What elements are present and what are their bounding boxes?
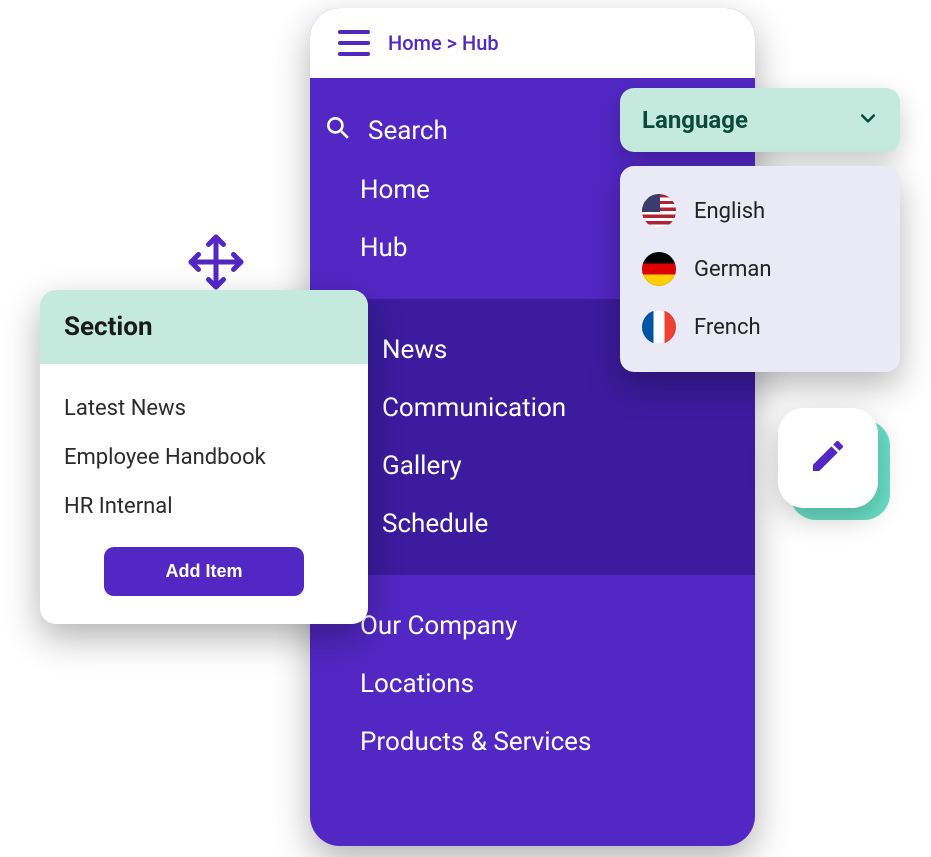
breadcrumb-home[interactable]: Home (388, 31, 442, 55)
section-item-label: Latest News (64, 396, 186, 421)
nav-item-label: Products & Services (360, 727, 591, 757)
nav-item-gallery[interactable]: Gallery (382, 437, 727, 495)
search-icon (324, 114, 350, 147)
edit-fab[interactable] (778, 408, 878, 508)
nav-item-label: Communication (382, 393, 566, 423)
nav-item-company[interactable]: Our Company (360, 597, 727, 655)
hamburger-icon[interactable] (338, 30, 370, 56)
nav-group-bottom: Our Company Locations Products & Service… (310, 575, 755, 793)
nav-search-label: Search (368, 116, 448, 146)
nav-header: Home > Hub (310, 8, 755, 78)
language-option-label: French (694, 315, 761, 340)
chevron-down-icon (858, 106, 878, 134)
nav-item-label: Gallery (382, 451, 462, 481)
section-item[interactable]: Latest News (64, 384, 344, 433)
language-list: English German French (620, 166, 900, 372)
nav-item-label: Hub (360, 233, 407, 263)
add-item-button[interactable]: Add Item (104, 547, 304, 596)
nav-item-label: Our Company (360, 611, 517, 641)
breadcrumb-sep: > (447, 31, 457, 55)
language-option-label: German (694, 257, 772, 282)
flag-us-icon (642, 194, 676, 228)
breadcrumb-current[interactable]: Hub (462, 31, 499, 55)
nav-item-locations[interactable]: Locations (360, 655, 727, 713)
nav-item-products[interactable]: Products & Services (360, 713, 727, 771)
language-option-label: English (694, 199, 765, 224)
language-selector: Language English German French (620, 88, 900, 372)
breadcrumb[interactable]: Home > Hub (388, 31, 499, 55)
flag-fr-icon (642, 310, 676, 344)
section-item-label: Employee Handbook (64, 445, 266, 470)
nav-item-label: Schedule (382, 509, 488, 539)
move-icon[interactable] (186, 232, 246, 292)
flag-de-icon (642, 252, 676, 286)
language-button[interactable]: Language (620, 88, 900, 152)
nav-item-communication[interactable]: Communication (382, 379, 727, 437)
nav-item-schedule[interactable]: Schedule (382, 495, 727, 553)
section-item-label: HR Internal (64, 494, 173, 519)
nav-item-label: Home (360, 175, 430, 205)
language-option-english[interactable]: English (638, 182, 882, 240)
pencil-icon (808, 436, 848, 480)
section-item[interactable]: HR Internal (64, 482, 344, 531)
section-title: Section (40, 290, 368, 364)
nav-item-label: Locations (360, 669, 474, 699)
language-button-label: Language (642, 106, 748, 134)
section-item[interactable]: Employee Handbook (64, 433, 344, 482)
section-card: Section Latest News Employee Handbook HR… (40, 290, 368, 624)
language-option-french[interactable]: French (638, 298, 882, 356)
nav-item-label: News (382, 335, 447, 365)
section-body: Latest News Employee Handbook HR Interna… (40, 364, 368, 624)
language-option-german[interactable]: German (638, 240, 882, 298)
